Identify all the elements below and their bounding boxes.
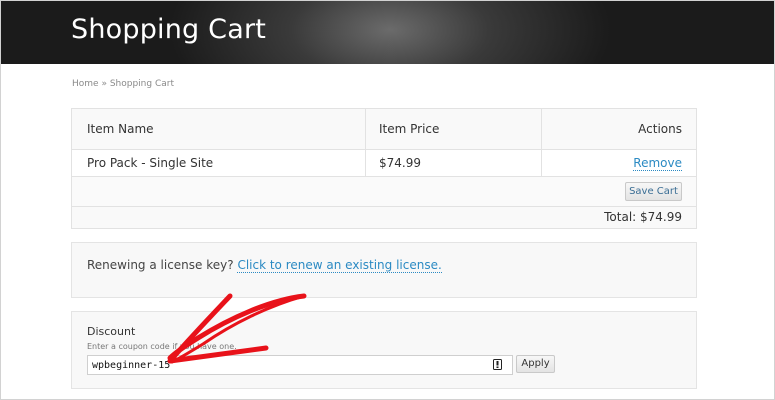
cart-total: Total: $74.99 [604, 210, 682, 224]
breadcrumb: Home » Shopping Cart [72, 79, 174, 89]
save-cart-button[interactable]: Save Cart [625, 182, 682, 201]
password-key-icon[interactable] [493, 359, 502, 370]
page-title: Shopping Cart [71, 14, 267, 45]
cart-table-header: Item Name Item Price Actions [72, 109, 696, 150]
renew-license-text: Renewing a license key? Click to renew a… [87, 258, 442, 273]
discount-title: Discount [87, 325, 136, 338]
renew-license-link[interactable]: Click to renew an existing license. [237, 258, 442, 273]
cart-table: Item Name Item Price Actions Pro Pack - … [71, 108, 697, 229]
remove-item-link[interactable]: Remove [633, 156, 682, 171]
discount-panel: Discount Enter a coupon code if you have… [71, 311, 697, 389]
breadcrumb-separator: » [98, 79, 110, 89]
column-header-actions: Actions [638, 122, 682, 136]
column-header-item-name: Item Name [87, 122, 154, 136]
cart-item-name: Pro Pack - Single Site [87, 156, 214, 170]
table-row: Pro Pack - Single Site $74.99 Remove [72, 150, 696, 177]
breadcrumb-current: Shopping Cart [109, 79, 174, 89]
apply-coupon-button[interactable]: Apply [516, 355, 555, 373]
column-header-item-price: Item Price [379, 122, 440, 136]
cart-total-row: Total: $74.99 [72, 207, 696, 228]
coupon-code-input[interactable] [87, 355, 513, 375]
cart-item-price: $74.99 [379, 156, 421, 170]
breadcrumb-home-link[interactable]: Home [72, 79, 99, 89]
renew-license-panel: Renewing a license key? Click to renew a… [71, 242, 697, 298]
page-header: Shopping Cart [0, 0, 775, 64]
renew-license-prompt: Renewing a license key? [87, 258, 234, 272]
discount-hint: Enter a coupon code if you have one. [87, 342, 237, 351]
column-divider [365, 109, 366, 177]
column-divider [541, 109, 542, 177]
save-cart-row: Save Cart [72, 177, 696, 207]
